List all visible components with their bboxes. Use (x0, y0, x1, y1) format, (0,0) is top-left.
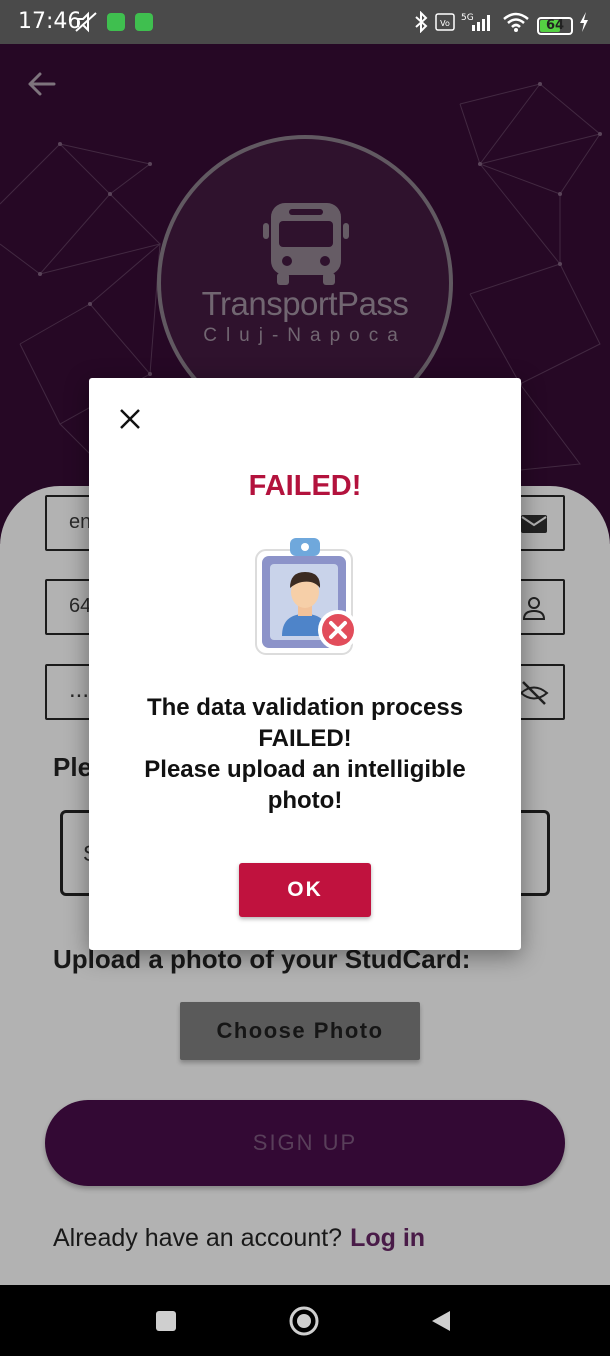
status-time: 17:46 (18, 9, 82, 34)
dialog-message-line: FAILED! (258, 725, 352, 752)
home-button[interactable] (288, 1305, 320, 1337)
ok-button[interactable]: OK (239, 863, 371, 917)
bluetooth-icon (415, 11, 428, 33)
app-badge-icon (135, 13, 153, 31)
wifi-icon (503, 12, 529, 32)
dialog-message-line: Please upload an intelligible (144, 756, 466, 783)
recent-apps-button[interactable] (156, 1311, 176, 1331)
close-icon[interactable] (115, 404, 145, 434)
id-badge-error-icon (255, 538, 358, 655)
signal-5g-icon: 5G (461, 13, 490, 31)
system-back-button[interactable] (430, 1309, 452, 1333)
svg-text:5G: 5G (461, 13, 474, 23)
battery-level: 64 (545, 18, 565, 33)
validation-failed-dialog: FAILED! The data validation process FAIL… (89, 378, 521, 950)
svg-text:Vo: Vo (440, 19, 450, 28)
dialog-title: FAILED! (248, 470, 362, 502)
dialog-message-line: The data validation process (146, 694, 464, 721)
dialog-message-line: photo! (267, 787, 343, 814)
dialog-message: The data validation process FAILED! Plea… (109, 692, 501, 816)
mute-icon (75, 11, 97, 33)
app-badge-icon (107, 13, 125, 31)
status-bar: 17:46 Vo 5G 64 (0, 0, 610, 44)
charging-icon (580, 12, 588, 32)
volte-icon: Vo (435, 13, 455, 31)
system-nav-bar (0, 1285, 610, 1356)
battery-icon: 64 (537, 17, 573, 35)
